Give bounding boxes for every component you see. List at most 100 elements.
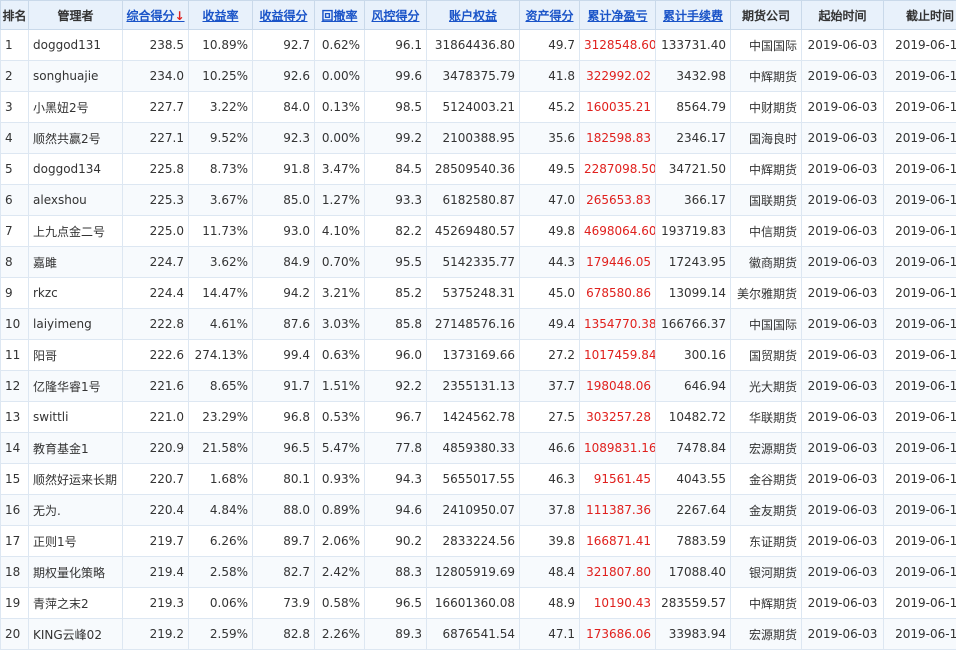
end-date-cell: 2019-06-17 xyxy=(884,30,956,61)
net-profit-cell: 111387.36 xyxy=(580,495,656,526)
return-score-cell: 82.7 xyxy=(253,557,315,588)
start-date-cell: 2019-06-03 xyxy=(802,61,884,92)
table-row: 10laiyimeng222.84.61%87.63.03%85.8271485… xyxy=(1,309,956,340)
start-date-cell: 2019-06-03 xyxy=(802,309,884,340)
fees-cell: 3432.98 xyxy=(656,61,731,92)
header-account-equity[interactable]: 账户权益 xyxy=(427,1,520,30)
account-equity-cell: 5375248.31 xyxy=(427,278,520,309)
fees-cell: 13099.14 xyxy=(656,278,731,309)
start-date-cell: 2019-06-03 xyxy=(802,92,884,123)
net-profit-cell: 2287098.50 xyxy=(580,154,656,185)
drawdown-rate-cell: 0.63% xyxy=(315,340,365,371)
manager-cell: 教育基金1 xyxy=(29,433,123,464)
risk-score-cell: 94.6 xyxy=(365,495,427,526)
end-date-cell: 2019-06-17 xyxy=(884,588,956,619)
risk-score-cell: 96.7 xyxy=(365,402,427,433)
return-rate-cell: 6.26% xyxy=(189,526,253,557)
return-rate-cell: 3.67% xyxy=(189,185,253,216)
total-score-cell: 227.7 xyxy=(123,92,189,123)
end-date-cell: 2019-06-17 xyxy=(884,123,956,154)
end-date-cell: 2019-06-17 xyxy=(884,216,956,247)
fees-cell: 166766.37 xyxy=(656,309,731,340)
net-profit-cell: 322992.02 xyxy=(580,61,656,92)
start-date-cell: 2019-06-03 xyxy=(802,340,884,371)
return-rate-cell: 8.65% xyxy=(189,371,253,402)
return-rate-cell: 0.06% xyxy=(189,588,253,619)
asset-score-cell: 47.0 xyxy=(520,185,580,216)
header-account-equity-label: 账户权益 xyxy=(449,9,497,23)
total-score-cell: 219.3 xyxy=(123,588,189,619)
manager-cell: 嘉雎 xyxy=(29,247,123,278)
rank-cell: 19 xyxy=(1,588,29,619)
total-score-cell: 222.8 xyxy=(123,309,189,340)
header-return-score[interactable]: 收益得分 xyxy=(253,1,315,30)
return-rate-cell: 1.68% xyxy=(189,464,253,495)
drawdown-rate-cell: 1.51% xyxy=(315,371,365,402)
total-score-cell: 220.4 xyxy=(123,495,189,526)
drawdown-rate-cell: 0.53% xyxy=(315,402,365,433)
return-score-cell: 92.7 xyxy=(253,30,315,61)
account-equity-cell: 1373169.66 xyxy=(427,340,520,371)
futures-company-cell: 金友期货 xyxy=(731,495,802,526)
account-equity-cell: 31864436.80 xyxy=(427,30,520,61)
risk-score-cell: 88.3 xyxy=(365,557,427,588)
table-row: 19青萍之末2219.30.06%73.90.58%96.516601360.0… xyxy=(1,588,956,619)
asset-score-cell: 49.8 xyxy=(520,216,580,247)
table-row: 15顺然好运来长期220.71.68%80.10.93%94.35655017.… xyxy=(1,464,956,495)
drawdown-rate-cell: 0.13% xyxy=(315,92,365,123)
drawdown-rate-cell: 0.62% xyxy=(315,30,365,61)
asset-score-cell: 49.4 xyxy=(520,309,580,340)
table-row: 8嘉雎224.73.62%84.90.70%95.55142335.7744.3… xyxy=(1,247,956,278)
header-risk-score-label: 风控得分 xyxy=(371,9,419,23)
table-row: 16无为.220.44.84%88.00.89%94.62410950.0737… xyxy=(1,495,956,526)
manager-cell: 顺然好运来长期 xyxy=(29,464,123,495)
account-equity-cell: 5655017.55 xyxy=(427,464,520,495)
net-profit-cell: 179446.05 xyxy=(580,247,656,278)
manager-cell: songhuajie xyxy=(29,61,123,92)
asset-score-cell: 48.4 xyxy=(520,557,580,588)
start-date-cell: 2019-06-03 xyxy=(802,154,884,185)
header-fees[interactable]: 累计手续费 xyxy=(656,1,731,30)
manager-cell: 小黑妞2号 xyxy=(29,92,123,123)
start-date-cell: 2019-06-03 xyxy=(802,247,884,278)
total-score-cell: 225.8 xyxy=(123,154,189,185)
header-total-score[interactable]: 综合得分↓ xyxy=(123,1,189,30)
header-end-date: 截止时间 xyxy=(884,1,956,30)
futures-company-cell: 宏源期货 xyxy=(731,433,802,464)
header-asset-score[interactable]: 资产得分 xyxy=(520,1,580,30)
header-net-profit[interactable]: 累计净盈亏 xyxy=(580,1,656,30)
account-equity-cell: 2410950.07 xyxy=(427,495,520,526)
rank-cell: 16 xyxy=(1,495,29,526)
header-return-rate-label: 收益率 xyxy=(202,9,238,23)
return-score-cell: 88.0 xyxy=(253,495,315,526)
risk-score-cell: 99.6 xyxy=(365,61,427,92)
return-score-cell: 73.9 xyxy=(253,588,315,619)
asset-score-cell: 37.8 xyxy=(520,495,580,526)
drawdown-rate-cell: 0.00% xyxy=(315,123,365,154)
header-risk-score[interactable]: 风控得分 xyxy=(365,1,427,30)
rank-cell: 17 xyxy=(1,526,29,557)
header-drawdown-rate[interactable]: 回撤率 xyxy=(315,1,365,30)
return-score-cell: 84.9 xyxy=(253,247,315,278)
end-date-cell: 2019-06-17 xyxy=(884,278,956,309)
end-date-cell: 2019-06-17 xyxy=(884,371,956,402)
asset-score-cell: 45.0 xyxy=(520,278,580,309)
total-score-cell: 225.3 xyxy=(123,185,189,216)
asset-score-cell: 48.9 xyxy=(520,588,580,619)
table-row: 14教育基金1220.921.58%96.55.47%77.84859380.3… xyxy=(1,433,956,464)
manager-cell: 正则1号 xyxy=(29,526,123,557)
rank-cell: 12 xyxy=(1,371,29,402)
risk-score-cell: 95.5 xyxy=(365,247,427,278)
fees-cell: 300.16 xyxy=(656,340,731,371)
header-end-date-label: 截止时间 xyxy=(906,9,954,23)
return-score-cell: 94.2 xyxy=(253,278,315,309)
rank-cell: 2 xyxy=(1,61,29,92)
ranking-table: 排名管理者综合得分↓收益率收益得分回撤率风控得分账户权益资产得分累计净盈亏累计手… xyxy=(0,0,956,650)
table-row: 2songhuajie234.010.25%92.60.00%99.634783… xyxy=(1,61,956,92)
header-return-score-label: 收益得分 xyxy=(259,9,307,23)
total-score-cell: 225.0 xyxy=(123,216,189,247)
futures-company-cell: 中辉期货 xyxy=(731,61,802,92)
header-return-rate[interactable]: 收益率 xyxy=(189,1,253,30)
manager-cell: 上九点金二号 xyxy=(29,216,123,247)
return-rate-cell: 3.22% xyxy=(189,92,253,123)
